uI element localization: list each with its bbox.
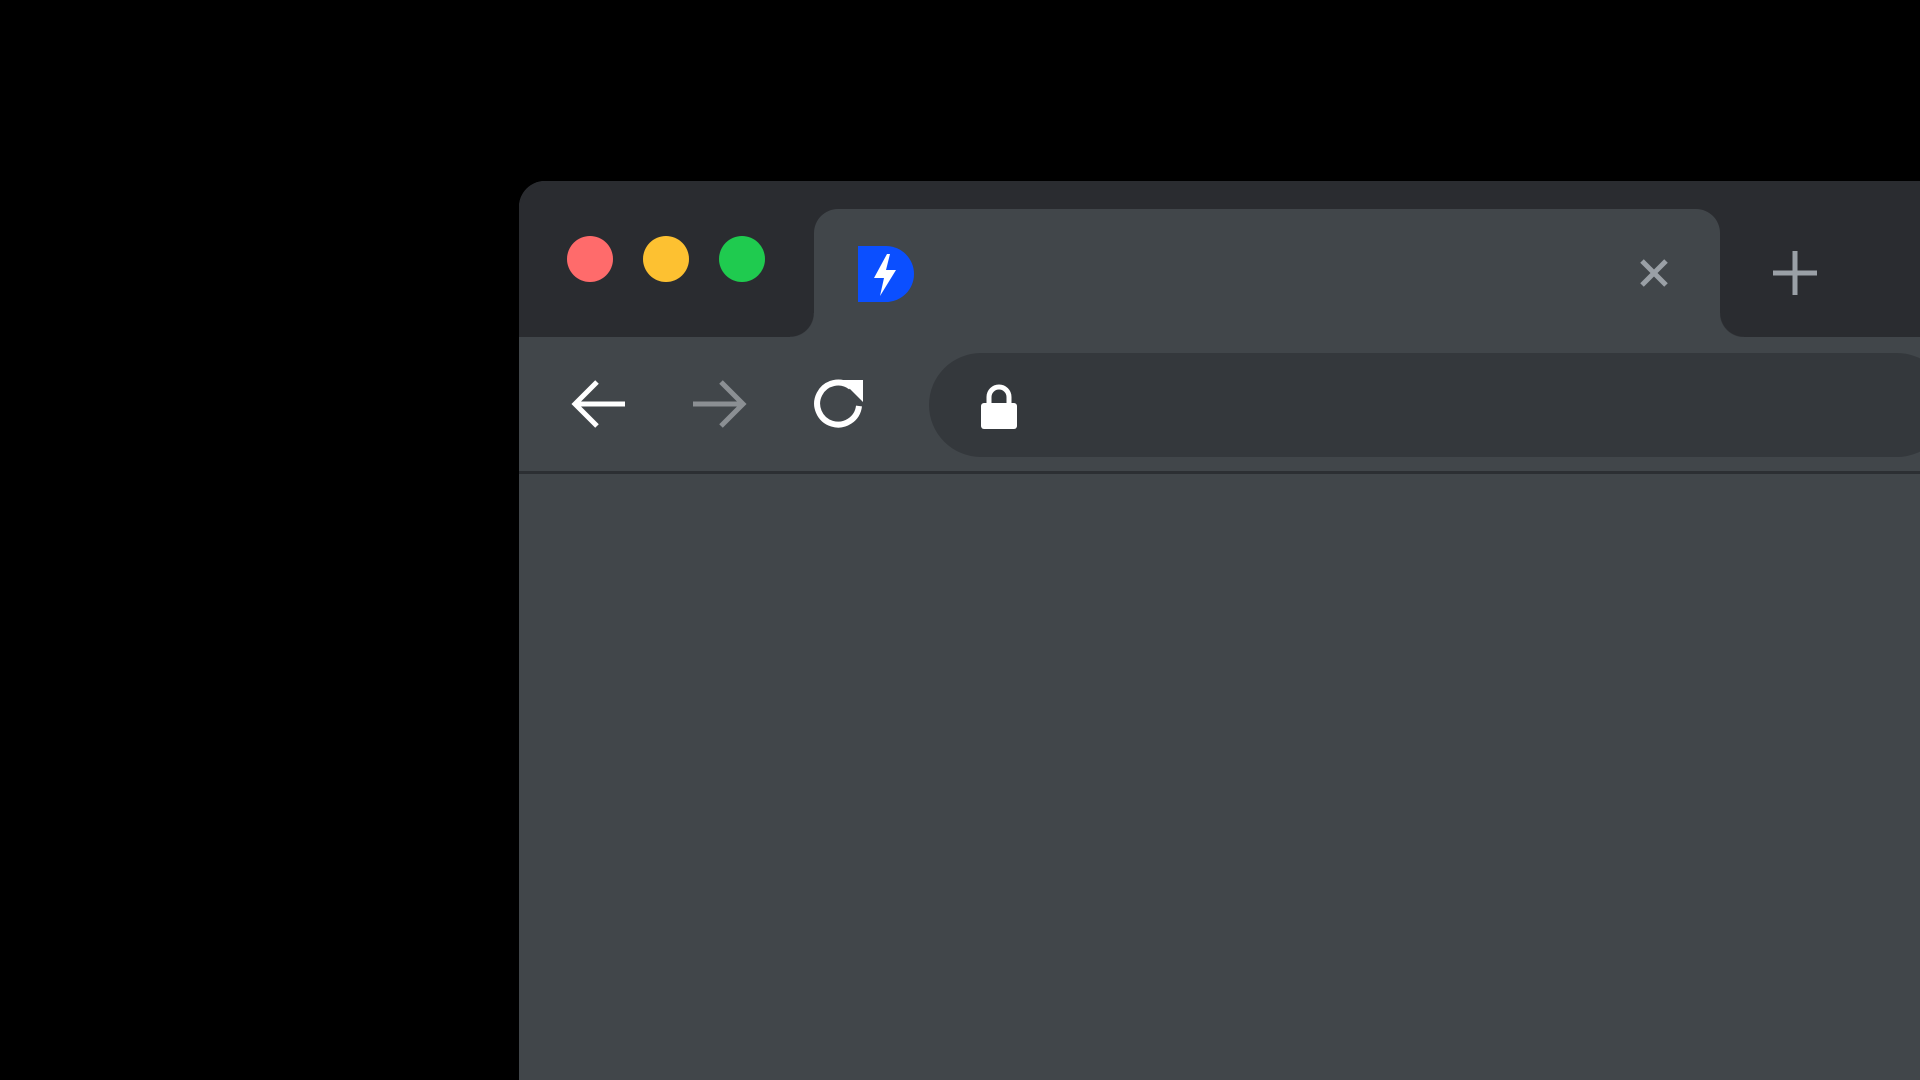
toolbar: [519, 337, 1920, 474]
url-input[interactable]: [1041, 353, 1920, 459]
active-tab[interactable]: [790, 209, 1744, 337]
close-window-button[interactable]: [567, 236, 613, 282]
reload-icon[interactable]: [807, 372, 871, 436]
browser-window: [519, 181, 1920, 1080]
title-bar: [519, 181, 1920, 337]
minimize-window-button[interactable]: [643, 236, 689, 282]
page-content-area[interactable]: [519, 474, 1920, 1080]
maximize-window-button[interactable]: [719, 236, 765, 282]
site-favicon-icon: [858, 246, 914, 302]
tab-close-icon[interactable]: [1636, 255, 1672, 291]
tab-corner: [790, 313, 814, 337]
back-arrow-icon[interactable]: [567, 372, 631, 436]
lock-icon: [981, 384, 1017, 429]
forward-arrow-icon[interactable]: [687, 372, 751, 436]
new-tab-plus-icon[interactable]: [1769, 247, 1821, 299]
address-bar[interactable]: [929, 353, 1920, 459]
